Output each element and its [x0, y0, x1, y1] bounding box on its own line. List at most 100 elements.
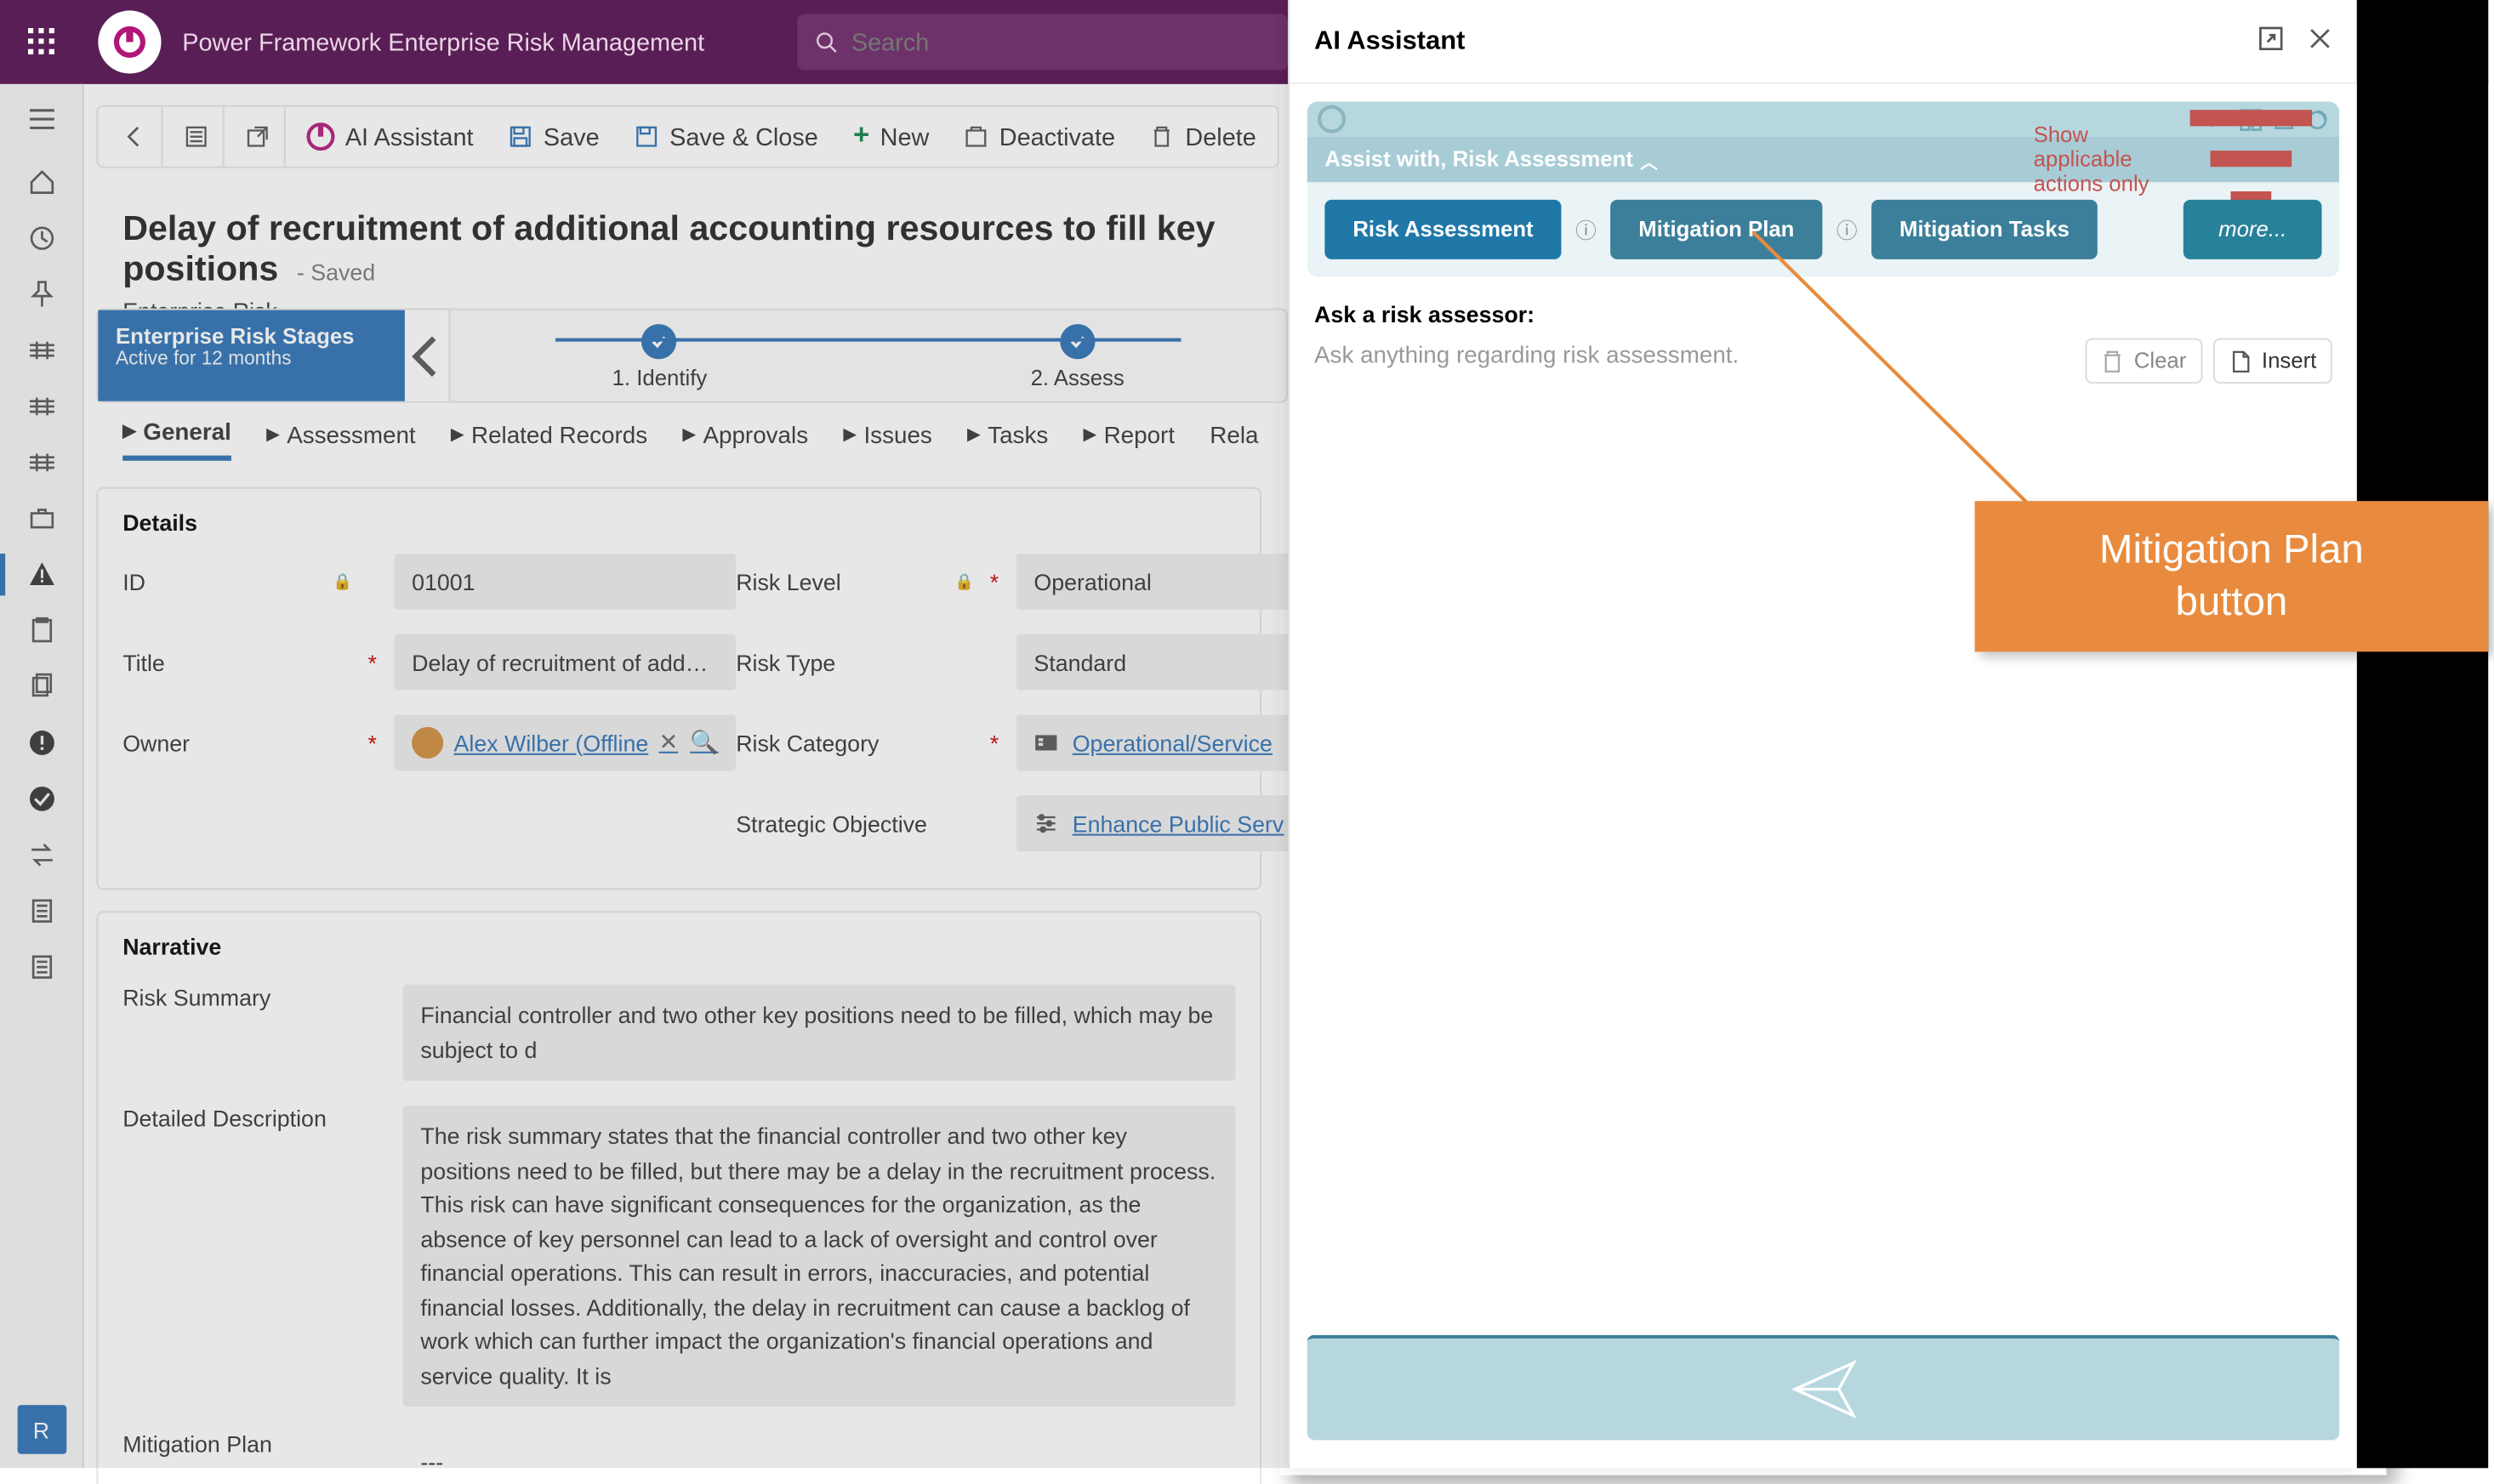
panel-close-button[interactable] — [2308, 26, 2332, 57]
ask-input[interactable]: Ask anything regarding risk assessment. — [1314, 338, 2085, 384]
app-launcher-icon[interactable] — [0, 0, 84, 84]
expand-icon — [2258, 26, 2283, 50]
label-detailed-description: Detailed Description — [122, 1106, 403, 1407]
ai-assistant-panel: AI Assistant Assist with, Risk Assessmen… — [1288, 0, 2357, 1468]
section-details: Details ID 01001 Risk Level Operational … — [96, 487, 1261, 890]
trash-icon — [1150, 124, 1175, 149]
lookup-search-icon[interactable]: 🔍 — [690, 729, 718, 757]
panel-title: AI Assistant — [1314, 26, 1465, 56]
rail-check-circle-icon[interactable] — [0, 770, 83, 827]
ai-icon — [307, 122, 335, 151]
rail-warning-icon[interactable] — [0, 547, 83, 603]
bpf-stage-identify[interactable]: 1. Identify — [612, 324, 708, 390]
send-icon — [1788, 1354, 1858, 1424]
label-owner: Owner — [122, 730, 394, 756]
rail-item-1-icon[interactable] — [0, 322, 83, 378]
new-button[interactable]: + New — [835, 107, 947, 167]
ai-assistant-button[interactable]: AI Assistant — [289, 107, 491, 167]
label-mitigation-plan: Mitigation Plan — [122, 1431, 403, 1484]
tab-assessment[interactable]: ▶Assessment — [266, 421, 416, 458]
field-risk-summary[interactable]: Financial controller and two other key p… — [403, 985, 1235, 1081]
app-title: Power Framework Enterprise Risk Manageme… — [182, 28, 704, 56]
clear-lookup-icon[interactable]: ✕ — [659, 729, 678, 757]
rail-alert-circle-icon[interactable] — [0, 714, 83, 770]
rail-item-2-icon[interactable] — [0, 378, 83, 435]
more-actions-button[interactable]: more... — [2184, 200, 2322, 259]
rail-copy-icon[interactable] — [0, 659, 83, 715]
deactivate-button[interactable]: Deactivate — [947, 107, 1133, 167]
tab-approvals[interactable]: ▶Approvals — [682, 421, 808, 458]
insert-button[interactable]: Insert — [2212, 338, 2332, 384]
rail-recent-icon[interactable] — [0, 210, 83, 266]
tab-tasks[interactable]: ▶Tasks — [967, 421, 1048, 458]
open-new-window-button[interactable] — [228, 107, 286, 167]
save-close-icon — [635, 124, 659, 149]
rail-briefcase-icon[interactable] — [0, 491, 83, 547]
saved-indicator: - Saved — [297, 259, 375, 286]
deactivate-label: Deactivate — [999, 122, 1115, 151]
form-selector-button[interactable] — [167, 107, 225, 167]
mitigation-tasks-button[interactable]: Mitigation Tasks — [1871, 200, 2098, 259]
panel-expand-button[interactable] — [2258, 26, 2283, 57]
assist-context[interactable]: Assist with, Risk Assessment — [1324, 147, 1633, 172]
field-detailed-description[interactable]: The risk summary states that the financi… — [403, 1106, 1235, 1407]
section-heading: Details — [122, 509, 1235, 536]
rail-swap-icon[interactable] — [0, 827, 83, 883]
info-icon[interactable]: ⓘ — [1575, 214, 1597, 244]
field-title[interactable]: Delay of recruitment of add… — [395, 634, 737, 691]
global-search[interactable] — [797, 14, 1288, 70]
plus-icon: + — [853, 121, 869, 152]
close-icon — [2308, 26, 2332, 50]
send-button[interactable] — [1307, 1335, 2339, 1441]
command-bar: AI Assistant Save Save & Close + New Deac… — [96, 105, 1278, 168]
rail-clipboard-icon[interactable] — [0, 603, 83, 659]
tab-general[interactable]: ▶General — [122, 418, 231, 460]
label-strategic-objective: Strategic Objective — [736, 810, 1016, 837]
avatar — [412, 727, 443, 759]
bpf-stage-bar: Enterprise Risk Stages Active for 12 mon… — [96, 309, 1288, 403]
risk-assessment-button[interactable]: Risk Assessment — [1324, 200, 1561, 259]
delete-button[interactable]: Delete — [1133, 107, 1274, 167]
save-close-button[interactable]: Save & Close — [617, 107, 835, 167]
bpf-collapse-button[interactable] — [405, 310, 451, 401]
mitigation-plan-button[interactable]: Mitigation Plan — [1610, 200, 1822, 259]
bpf-name: Enterprise Risk Stages — [116, 324, 387, 349]
tab-related-records[interactable]: ▶Related Records — [451, 421, 647, 458]
field-mitigation-plan[interactable]: --- — [403, 1431, 1235, 1484]
search-input[interactable] — [851, 28, 1271, 56]
rail-area-switcher[interactable]: R — [17, 1405, 66, 1454]
label-id: ID — [122, 568, 394, 594]
clear-button[interactable]: Clear — [2085, 338, 2202, 384]
tab-report[interactable]: ▶Report — [1083, 421, 1175, 458]
tab-label: Rela — [1210, 421, 1258, 447]
info-icon[interactable]: ⓘ — [1836, 214, 1858, 244]
bpf-stage-assess[interactable]: 2. Assess — [1031, 324, 1125, 390]
rail-doc-2-icon[interactable] — [0, 939, 83, 995]
search-icon — [815, 30, 838, 54]
bpf-header[interactable]: Enterprise Risk Stages Active for 12 mon… — [98, 310, 405, 401]
bpf-stage-label: 2. Assess — [1031, 367, 1125, 391]
tab-issues[interactable]: ▶Issues — [843, 421, 932, 458]
rail-item-3-icon[interactable] — [0, 435, 83, 491]
settings-icon — [1033, 811, 1058, 836]
rail-hamburger-icon[interactable] — [0, 84, 83, 154]
delete-label: Delete — [1185, 122, 1256, 151]
tab-label: Assessment — [287, 421, 415, 447]
save-label: Save — [544, 122, 600, 151]
new-label: New — [880, 122, 930, 151]
rail-home-icon[interactable] — [0, 154, 83, 210]
annotation-callout: Mitigation Plan button — [1975, 501, 2489, 651]
field-id[interactable]: 01001 — [395, 554, 737, 610]
deactivate-icon — [965, 124, 989, 149]
tab-related[interactable]: Rela — [1210, 421, 1258, 458]
label-risk-level: Risk Level — [736, 568, 1016, 594]
field-owner[interactable]: Alex Wilber (Offline ✕ 🔍 — [395, 714, 737, 770]
bpf-duration: Active for 12 months — [116, 349, 387, 370]
label-risk-type: Risk Type — [736, 649, 1016, 675]
save-button[interactable]: Save — [491, 107, 617, 167]
rail-pin-icon[interactable] — [0, 266, 83, 322]
panel-logo-icon — [1318, 105, 1346, 134]
rail-doc-1-icon[interactable] — [0, 883, 83, 939]
back-button[interactable] — [105, 107, 163, 167]
ai-assistant-label: AI Assistant — [345, 122, 474, 151]
